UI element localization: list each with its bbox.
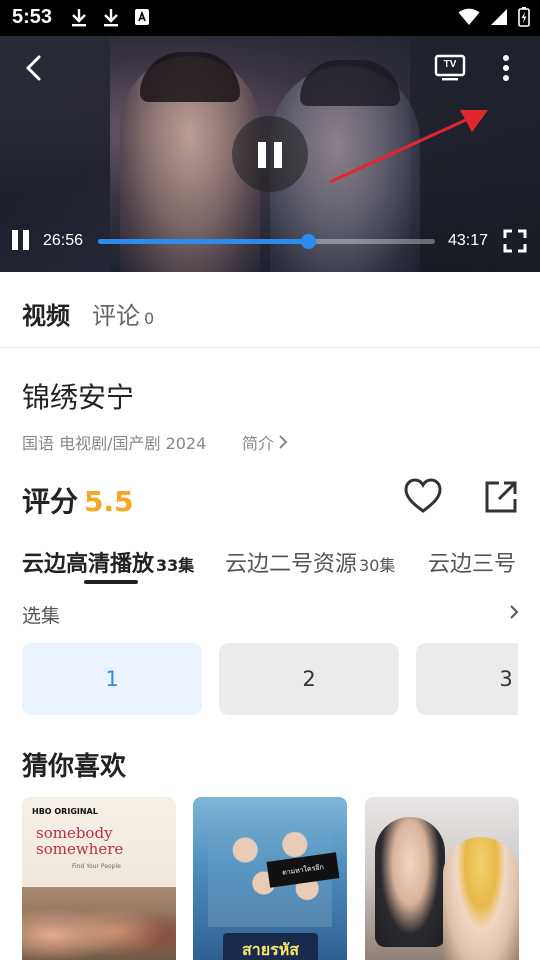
comment-count: 0 — [144, 309, 155, 328]
content-tabs: 视频 评论 0 — [0, 272, 540, 348]
video-player[interactable]: TV 26:56 43:17 — [0, 36, 540, 272]
rating: 评分 5.5 — [22, 480, 134, 520]
download-icon — [72, 9, 86, 27]
app-a-icon — [135, 9, 149, 25]
share-icon[interactable] — [484, 480, 518, 514]
tv-label: TV — [443, 59, 457, 70]
status-time: 5:53 — [12, 6, 53, 28]
tab-comment-label: 评论 — [92, 302, 140, 330]
battery-charging-icon — [518, 7, 530, 27]
poster-image — [22, 887, 176, 960]
episode-button-3[interactable]: 3 — [416, 643, 518, 715]
heart-icon[interactable] — [404, 478, 442, 514]
fullscreen-icon[interactable] — [503, 229, 527, 253]
poster-title: สายรหัส — [223, 933, 318, 960]
rating-value: 5.5 — [84, 485, 134, 518]
total-time: 43:17 — [448, 232, 489, 249]
poster-image — [375, 817, 445, 947]
tab-video[interactable]: 视频 — [22, 296, 70, 331]
intro-link[interactable]: 简介 — [242, 430, 288, 454]
chevron-right-icon[interactable] — [506, 601, 522, 623]
red-arrow-annotation — [329, 110, 488, 184]
tv-cast-button[interactable]: TV — [434, 54, 466, 82]
rating-label: 评分 — [22, 485, 79, 518]
center-pause-button[interactable] — [232, 116, 308, 192]
episode-list: 1 2 3 — [22, 643, 518, 715]
progress-fill — [98, 239, 308, 244]
show-title: 锦绣安宁 — [22, 381, 135, 414]
signal-icon — [491, 9, 507, 25]
progress-bar[interactable] — [98, 234, 435, 249]
episode-select-label: 选集 — [22, 605, 61, 627]
chevron-right-icon — [279, 435, 288, 449]
back-icon[interactable] — [18, 52, 50, 84]
source-tabs: 云边高清播放 33集 云边二号资源 30集 云边三号 — [22, 546, 540, 586]
episode-button-1[interactable]: 1 — [22, 643, 202, 715]
pause-icon[interactable] — [10, 228, 32, 252]
poster-tagline: Find Your People — [72, 863, 121, 870]
intro-label: 简介 — [242, 434, 275, 453]
tab-comment[interactable]: 评论 0 — [92, 296, 154, 331]
progress-thumb[interactable] — [300, 234, 316, 249]
more-icon[interactable] — [494, 52, 518, 84]
source-tab-indicator — [84, 580, 138, 584]
recommend-title: 猜你喜欢 — [22, 752, 127, 782]
wifi-icon — [458, 8, 480, 25]
show-meta: 国语 电视剧/国产剧 2024 — [22, 434, 207, 453]
poster-brand: HBO ORIGINAL — [32, 807, 98, 816]
recommend-card-2[interactable]: ตามหาใครอีก สายรหัส — [193, 797, 347, 960]
source-tab-3[interactable]: 云边三号 — [428, 546, 516, 578]
recommend-card-3[interactable] — [365, 797, 519, 960]
source-tab-2[interactable]: 云边二号资源 30集 — [225, 546, 395, 578]
pause-icon — [258, 142, 282, 168]
source-tab-1[interactable]: 云边高清播放 33集 — [22, 546, 194, 578]
recommend-card-1[interactable]: HBO ORIGINAL somebody somewhere Find You… — [22, 797, 176, 960]
episode-button-2[interactable]: 2 — [219, 643, 399, 715]
status-bar: 5:53 — [0, 0, 540, 36]
current-time: 26:56 — [43, 232, 84, 249]
poster-title: somebody somewhere — [36, 824, 124, 858]
download-icon — [104, 9, 118, 27]
